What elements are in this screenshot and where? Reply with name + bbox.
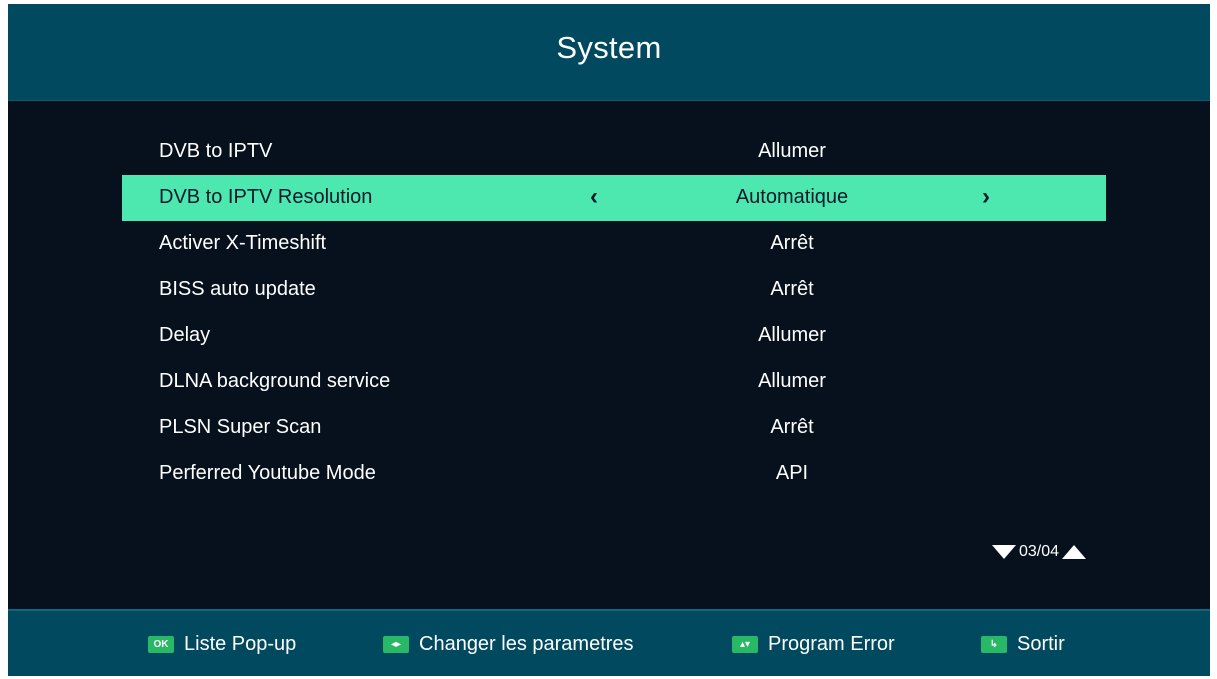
menu-item-delay[interactable]: Delay Allumer — [122, 313, 1106, 359]
menu-item-label: Delay — [159, 324, 211, 346]
menu-item-label: DVB to IPTV — [159, 140, 273, 162]
menu-item-value: API — [775, 462, 809, 484]
menu-item-label: PLSN Super Scan — [159, 416, 322, 438]
menu-item-biss-auto-update[interactable]: BISS auto update Arrêt — [122, 267, 1106, 313]
menu-item-label: BISS auto update — [159, 278, 316, 300]
menu-item-label: Perferred Youtube Mode — [159, 462, 376, 484]
header-bar: System — [8, 4, 1210, 101]
footer-hint-bar: OK Liste Pop-up ◂▸ Changer les parametre… — [8, 609, 1210, 676]
menu-item-value: Automatique — [735, 186, 849, 208]
hint-label: Sortir — [1017, 633, 1065, 655]
exit-key-icon: ↳ — [981, 636, 1007, 653]
ok-key-icon: OK — [148, 636, 174, 653]
hint-change-parameters[interactable]: ◂▸ Changer les parametres — [383, 633, 634, 656]
chevron-right-icon[interactable]: › — [982, 183, 990, 211]
menu-item-value: Allumer — [758, 370, 826, 392]
hint-exit[interactable]: ↳ Sortir — [981, 633, 1065, 656]
chevron-left-icon[interactable]: ‹ — [590, 183, 598, 211]
page-title: System — [556, 30, 662, 65]
menu-item-label: DLNA background service — [159, 370, 391, 392]
hint-program-error[interactable]: ▴▾ Program Error — [732, 633, 895, 656]
page-number: 03/04 — [1019, 543, 1060, 560]
menu-item-dlna-background-service[interactable]: DLNA background service Allumer — [122, 359, 1106, 405]
hint-popup-list[interactable]: OK Liste Pop-up — [148, 633, 296, 656]
menu-item-label: DVB to IPTV Resolution — [159, 186, 373, 208]
page-up-icon[interactable] — [1062, 545, 1087, 559]
tv-screen: System DVB to IPTV Allumer DVB to IPTV R… — [8, 4, 1210, 676]
settings-menu: DVB to IPTV Allumer DVB to IPTV Resoluti… — [122, 129, 1106, 497]
menu-item-preferred-youtube-mode[interactable]: Perferred Youtube Mode API — [122, 451, 1106, 497]
page-down-icon[interactable] — [992, 545, 1016, 559]
hint-label: Program Error — [768, 633, 895, 655]
menu-item-label: Activer X-Timeshift — [159, 232, 327, 254]
menu-item-plsn-super-scan[interactable]: PLSN Super Scan Arrêt — [122, 405, 1106, 451]
page-indicator: 03/04 — [992, 543, 1087, 561]
up-down-key-icon: ▴▾ — [732, 636, 758, 653]
hint-label: Changer les parametres — [419, 633, 634, 655]
menu-item-value: Arrêt — [770, 278, 814, 300]
menu-item-value: Allumer — [758, 140, 826, 162]
menu-item-dvb-to-iptv[interactable]: DVB to IPTV Allumer — [122, 129, 1106, 175]
menu-item-value: Arrêt — [770, 416, 814, 438]
menu-item-dvb-to-iptv-resolution[interactable]: DVB to IPTV Resolution ‹ Automatique › — [122, 175, 1106, 221]
menu-item-value: Arrêt — [770, 232, 814, 254]
menu-item-activer-x-timeshift[interactable]: Activer X-Timeshift Arrêt — [122, 221, 1106, 267]
left-right-key-icon: ◂▸ — [383, 636, 409, 653]
hint-label: Liste Pop-up — [184, 633, 297, 655]
menu-item-value: Allumer — [758, 324, 826, 346]
